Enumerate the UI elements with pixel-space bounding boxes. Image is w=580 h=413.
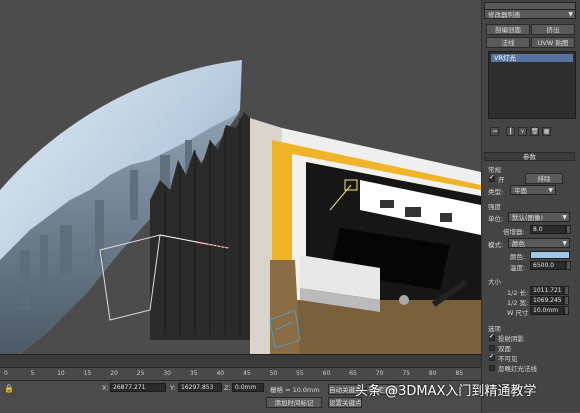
invisible-checkbox[interactable]	[489, 353, 495, 361]
ruler-tick-label: 20	[110, 370, 118, 377]
ruler-tick-label: 60	[322, 370, 331, 377]
ruler-tick-label: 5	[30, 370, 35, 377]
ruler-tick-label: 75	[402, 370, 410, 377]
double-sided-checkbox[interactable]	[489, 345, 495, 351]
light-type-value: 平面	[514, 187, 527, 195]
chevron-down-icon: ▼	[548, 187, 553, 194]
light-color-swatch[interactable]	[530, 251, 570, 259]
ruler-tick-label: 15	[83, 370, 92, 377]
ruler-tick-label: 55	[296, 370, 304, 377]
half-width-field[interactable]: 1069.245	[530, 296, 564, 305]
invisible-label: 不可见	[498, 355, 518, 363]
cast-shadows-checkbox[interactable]	[489, 333, 495, 341]
y-coordinate-field[interactable]: 16297.853	[178, 383, 222, 392]
viewport-perspective[interactable]	[0, 0, 481, 354]
temperature-spinner[interactable]	[566, 261, 571, 270]
temperature-field[interactable]: 6500.0	[530, 261, 566, 270]
ruler-tick-label: 45	[243, 370, 251, 377]
add-time-tag-button[interactable]: 添加时间标记	[266, 397, 322, 408]
w-size-spinner[interactable]	[564, 306, 569, 315]
light-type-dropdown[interactable]: 平面 ▼	[510, 185, 556, 195]
half-length-spinner[interactable]	[564, 286, 569, 295]
scene-render	[0, 60, 481, 354]
light-on-checkbox[interactable]	[489, 174, 495, 182]
modifier-stack[interactable]: VR灯光	[488, 51, 576, 119]
frame-ruler[interactable]: 0 5 10 15 20 25 30 35 40 45 50 55 60 65 70 75 80 85	[0, 367, 481, 380]
ruler-tick-label: 10	[57, 370, 65, 377]
ruler-tick-label: 30	[163, 370, 171, 377]
ruler-tick-label: 65	[349, 370, 357, 377]
ruler-tick-label: 0	[4, 370, 8, 377]
chevron-down-icon: ▼	[562, 214, 567, 221]
modifier-button-2[interactable]: 挤出	[531, 24, 575, 35]
show-end-result-icon[interactable]: ┃	[506, 127, 515, 136]
half-width-spinner[interactable]	[564, 296, 569, 305]
modifier-list-dropdown[interactable]: 修改器列表 ▼	[484, 9, 576, 19]
half-width-label: 1/2 宽:	[507, 299, 529, 307]
modifier-list-label: 修改器列表	[488, 11, 521, 19]
stack-item-vray-light[interactable]: VR灯光	[491, 54, 573, 62]
modifier-button-1[interactable]: 剖编创面	[486, 24, 530, 35]
ignore-light-normals-label: 忽略灯光法线	[498, 365, 537, 373]
cast-shadows-label: 投射阴影	[498, 335, 524, 343]
x-coordinate-field[interactable]: 26877.271	[110, 383, 166, 392]
temperature-label: 温度:	[510, 264, 526, 272]
z-label: Z:	[224, 384, 231, 392]
exclude-button[interactable]: 排除	[525, 173, 563, 184]
multiplier-label: 倍增器:	[503, 228, 525, 236]
x-label: X:	[102, 384, 109, 392]
y-label: Y:	[170, 384, 176, 392]
ruler-tick-label: 35	[189, 370, 198, 377]
ruler-tick-label: 85	[455, 370, 464, 377]
mode-dropdown[interactable]: 颜色 ▼	[508, 238, 570, 248]
intensity-group-title: 强度	[488, 203, 501, 211]
w-size-field[interactable]: 10.0mm	[530, 306, 564, 315]
ruler-tick-label: 25	[136, 370, 145, 377]
modifier-button-3[interactable]: 法线	[486, 37, 530, 48]
ignore-light-normals-checkbox[interactable]	[489, 365, 495, 371]
half-length-field[interactable]: 1011.721	[530, 286, 564, 295]
z-coordinate-field[interactable]: 0.0mm	[232, 383, 264, 392]
w-size-label: W 尺寸	[507, 309, 529, 317]
color-label: 颜色:	[510, 253, 526, 261]
ruler-tick-label: 40	[216, 370, 225, 377]
multiplier-spinner[interactable]	[566, 225, 571, 234]
chevron-down-icon: ▼	[562, 240, 567, 247]
double-sided-label: 双面	[498, 345, 511, 353]
mode-label: 模式:	[488, 241, 504, 249]
ruler-tick-label: 50	[269, 370, 278, 377]
half-length-label: 1/2 长:	[507, 289, 529, 297]
remove-modifier-icon[interactable]: 🗑	[530, 127, 539, 136]
pin-stack-icon[interactable]: ⊸	[490, 127, 499, 136]
rollout-parameters[interactable]: 参数	[484, 152, 575, 161]
ruler-tick-label: 70	[375, 370, 384, 377]
type-label: 类型:	[488, 188, 504, 196]
watermark-text: 头条 @3DMAX入门到精通教学	[355, 384, 537, 399]
units-dropdown[interactable]: 默认(图像) ▼	[508, 212, 570, 222]
make-unique-icon[interactable]: ⋎	[518, 127, 527, 136]
ruler-tick-label: 80	[428, 370, 437, 377]
mode-value: 颜色	[512, 240, 525, 248]
modifier-button-4[interactable]: UVW 贴图	[531, 37, 575, 48]
general-group-title: 常规	[488, 166, 501, 174]
lock-icon[interactable]: 🔒	[4, 384, 14, 393]
units-label: 单位:	[488, 215, 504, 223]
size-group-title: 大小	[488, 278, 501, 286]
configure-sets-icon[interactable]: ▦	[542, 127, 551, 136]
chevron-down-icon: ▼	[568, 11, 573, 18]
options-group-title: 选项	[488, 325, 501, 333]
multiplier-field[interactable]: 8.0	[530, 225, 566, 234]
units-value: 默认(图像)	[512, 214, 544, 222]
grid-size: 栅格 = 10.0mm	[270, 386, 320, 394]
light-on-label: 开	[498, 176, 505, 184]
